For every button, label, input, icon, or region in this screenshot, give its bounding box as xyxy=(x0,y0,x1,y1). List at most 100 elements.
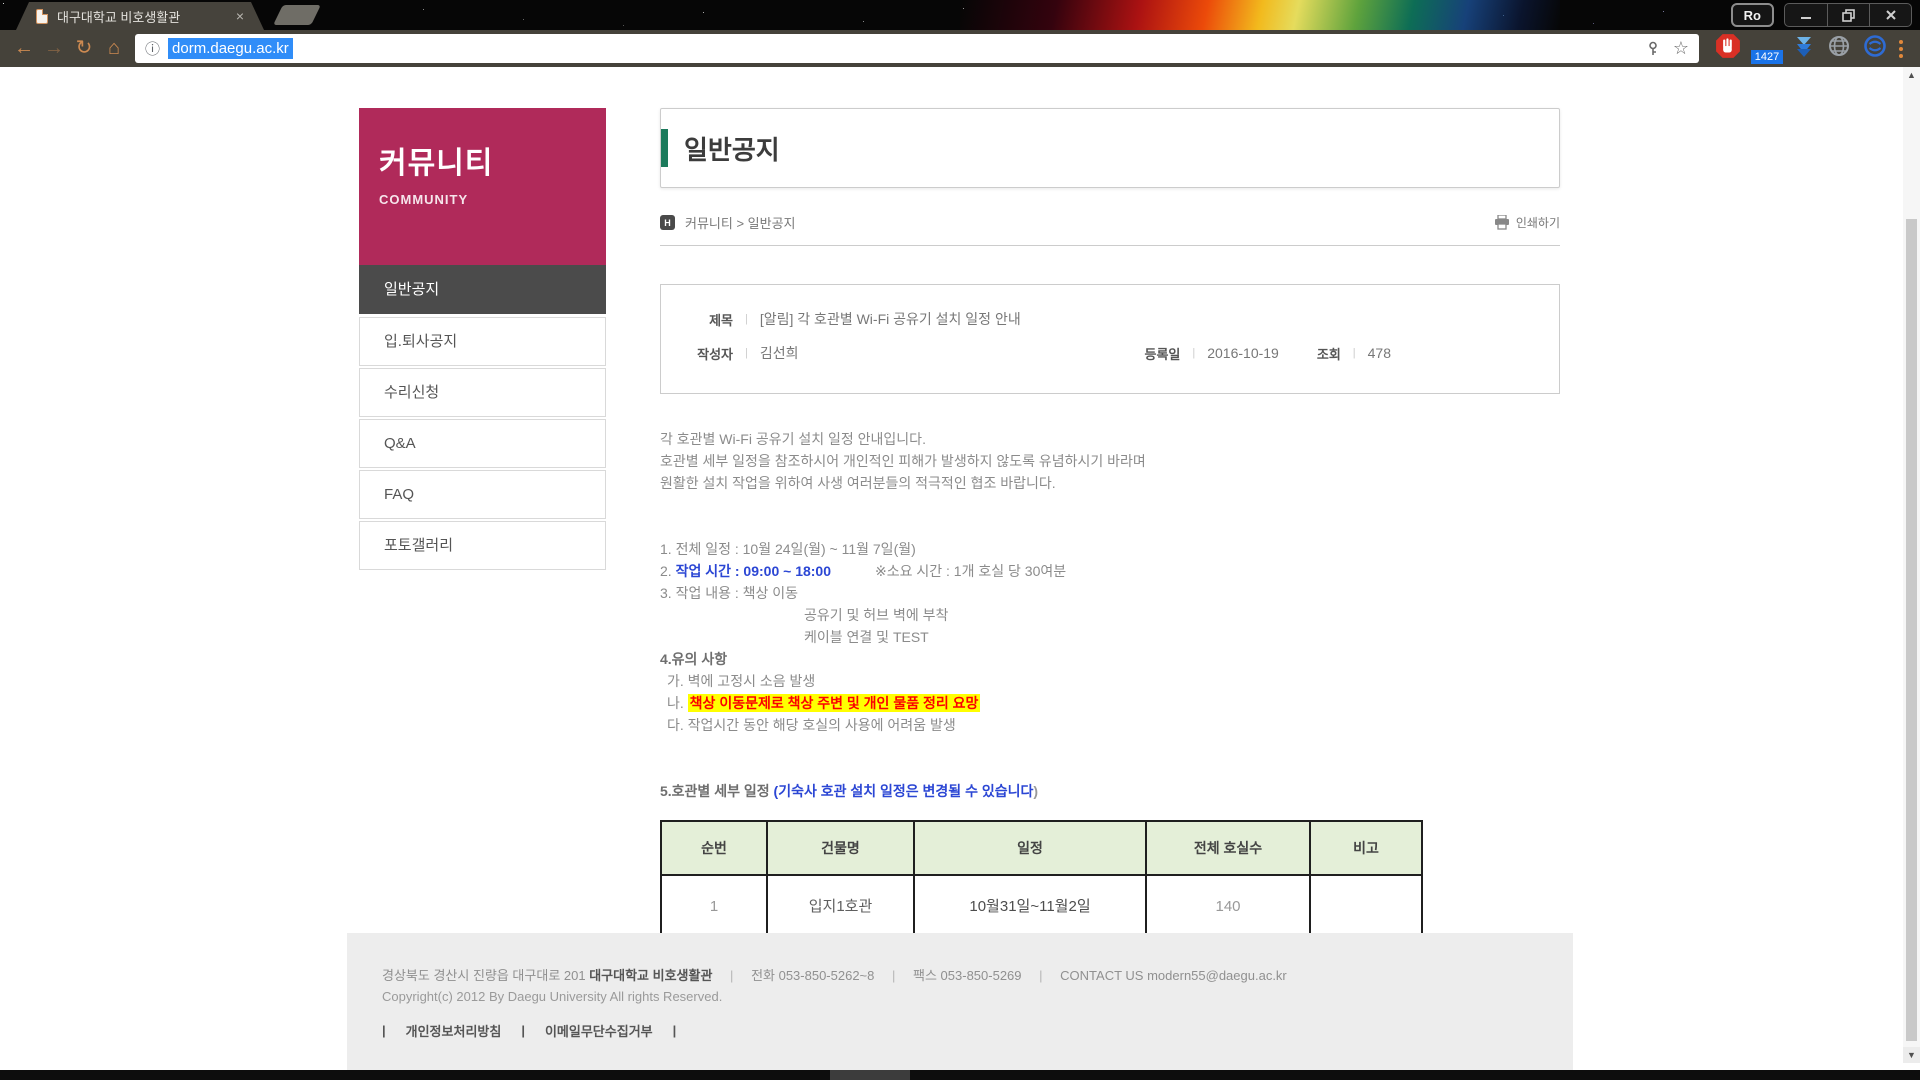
adblock-extension-icon[interactable] xyxy=(1715,33,1741,64)
bookmark-star-icon[interactable]: ☆ xyxy=(1673,38,1689,59)
reload-button[interactable]: ↻ xyxy=(69,30,99,67)
yellow-highlight-warning: 책상 이동문제로 책상 주변 및 개인 물품 정리 요망 xyxy=(688,694,981,712)
new-tab-button[interactable] xyxy=(273,5,321,25)
notice-date: 2016-10-19 xyxy=(1207,345,1279,361)
col-room-count: 전체 호실수 xyxy=(1146,821,1310,875)
footer-tel: 전화 053-850-5262~8 xyxy=(751,968,874,983)
scroll-up-icon[interactable]: ▲ xyxy=(1903,67,1920,83)
footer-links: | 개인정보처리방침 | 이메일무단수집거부 | xyxy=(382,1021,1573,1040)
sidebar-item-general-notice[interactable]: 일반공지 xyxy=(359,265,606,314)
tab-title: 대구대학교 비호생활관 xyxy=(57,7,227,26)
body-intro-1: 각 호관별 Wi-Fi 공유기 설치 일정 안내입니다. xyxy=(660,428,1560,450)
printer-icon xyxy=(1494,215,1510,230)
body-item-4-title: 4.유의 사항 xyxy=(660,648,1560,670)
footer-line-1: 경상북도 경산시 진량읍 대구대로 201 대구대학교 비호생활관 | 전화 0… xyxy=(382,965,1573,984)
table-header-row: 순번 건물명 일정 전체 호실수 비고 xyxy=(661,821,1422,875)
sidebar-item-movein-notice[interactable]: 입.퇴사공지 xyxy=(359,317,606,366)
globe-extension-icon[interactable] xyxy=(1828,35,1850,62)
footer-address: 경상북도 경산시 진량읍 대구대로 201 xyxy=(382,968,586,983)
col-building: 건물명 xyxy=(767,821,914,875)
tab-favicon-page-icon xyxy=(36,9,48,24)
scroll-down-icon[interactable]: ▼ xyxy=(1903,1047,1920,1063)
sidebar-subtitle: COMMUNITY xyxy=(379,192,606,207)
notice-author: 김선희 xyxy=(760,343,799,363)
body-item-2: 2. 작업 시간 : 09:00 ~ 18:00※소요 시간 : 1개 호실 당… xyxy=(660,560,1560,582)
sidebar-item-qna[interactable]: Q&A xyxy=(359,419,606,468)
restore-button[interactable] xyxy=(1827,4,1869,26)
counter-extension-icon[interactable]: 1427 xyxy=(1754,34,1780,64)
extensions-area: 1427 xyxy=(1715,33,1887,64)
schedule-change-note: 기숙사 호관 설치 일정은 변경될 수 있습니다 xyxy=(778,783,1033,799)
footer-fax: 팩스 053-850-5269 xyxy=(913,968,1022,983)
password-key-icon[interactable] xyxy=(1645,41,1661,57)
privacy-policy-link[interactable]: 개인정보처리방침 xyxy=(406,1021,502,1040)
col-schedule: 일정 xyxy=(914,821,1146,875)
page-title-box: 일반공지 xyxy=(660,108,1560,188)
footer-contact-label: CONTACT US xyxy=(1060,968,1143,983)
close-icon xyxy=(1885,9,1897,21)
browser-tab[interactable]: 대구대학교 비호생활관 × xyxy=(16,2,264,30)
breadcrumb-home-icon[interactable]: H xyxy=(660,215,675,230)
url-text[interactable]: dorm.daegu.ac.kr xyxy=(168,38,293,59)
body-item-1: 1. 전체 일정 : 10월 24일(월) ~ 11월 7일(월) xyxy=(660,538,1560,560)
sidebar-item-photo-gallery[interactable]: 포토갤러리 xyxy=(359,521,606,570)
content-area: 일반공지 H 커뮤니티 > 일반공지 인쇄하기 제목 | [알림] 각 호관별 … xyxy=(660,108,1560,933)
scrollbar-thumb[interactable] xyxy=(1906,219,1917,1041)
back-button[interactable]: ← xyxy=(9,30,39,67)
sidebar-header: 커뮤니티 COMMUNITY xyxy=(359,108,606,265)
wallpaper-stars xyxy=(3,3,4,4)
taskbar-strip xyxy=(0,1070,1920,1080)
schedule-table: 순번 건물명 일정 전체 호실수 비고 1 입지1호관 10월31일~11월2일… xyxy=(660,820,1423,933)
page-title: 일반공지 xyxy=(684,130,780,167)
notice-body: 각 호관별 Wi-Fi 공유기 설치 일정 안내입니다. 호관별 세부 일정을 … xyxy=(660,428,1560,933)
subject-label: 제목 xyxy=(689,310,733,329)
minimize-icon xyxy=(1800,9,1812,21)
col-number: 순번 xyxy=(661,821,767,875)
body-item-5-title: 5.호관별 세부 일정 (기숙사 호관 설치 일정은 변경될 수 있습니다) xyxy=(660,780,1560,802)
sidebar-title: 커뮤니티 xyxy=(379,138,606,182)
download-extension-icon[interactable] xyxy=(1793,34,1815,63)
swirl-extension-icon[interactable] xyxy=(1863,34,1887,63)
extension-badge-count: 1427 xyxy=(1751,50,1783,64)
page-viewport: 커뮤니티 COMMUNITY 일반공지 입.퇴사공지 수리신청 Q&A FAQ … xyxy=(0,67,1920,1080)
window-controls xyxy=(1784,3,1912,27)
forward-button[interactable]: → xyxy=(39,30,69,67)
body-item-3: 3. 작업 내용 : 책상 이동 xyxy=(660,582,1560,604)
minimize-button[interactable] xyxy=(1785,4,1827,26)
body-intro-3: 원활한 설치 작업을 위하여 사생 여러분들의 적극적인 협조 바랍니다. xyxy=(660,472,1560,494)
breadcrumb[interactable]: 커뮤니티 > 일반공지 xyxy=(685,213,796,232)
table-row: 1 입지1호관 10월31일~11월2일 140 xyxy=(661,875,1422,933)
profile-button[interactable]: Ro xyxy=(1731,3,1774,27)
close-button[interactable] xyxy=(1869,4,1911,26)
footer-copyright: Copyright(c) 2012 By Daegu University Al… xyxy=(382,989,1573,1004)
notice-meta-box: 제목 | [알림] 각 호관별 Wi-Fi 공유기 설치 일정 안내 작성자 |… xyxy=(660,284,1560,394)
browser-titlebar: 대구대학교 비호생활관 × Ro xyxy=(0,0,1920,30)
sidebar-item-repair-request[interactable]: 수리신청 xyxy=(359,368,606,417)
date-label: 등록일 xyxy=(1144,344,1180,363)
wallpaper-rainbow xyxy=(960,0,1560,30)
notice-subject: [알림] 각 호관별 Wi-Fi 공유기 설치 일정 안내 xyxy=(760,309,1021,329)
sidebar-item-faq[interactable]: FAQ xyxy=(359,470,606,519)
main-clip: 커뮤니티 COMMUNITY 일반공지 입.퇴사공지 수리신청 Q&A FAQ … xyxy=(0,67,1920,933)
tab-close-icon[interactable]: × xyxy=(236,8,244,24)
body-item-3-sub2: 케이블 연결 및 TEST xyxy=(660,626,1560,648)
notice-views: 478 xyxy=(1368,345,1391,361)
author-label: 작성자 xyxy=(689,344,733,363)
browser-menu-icon[interactable] xyxy=(1899,40,1903,58)
col-remarks: 비고 xyxy=(1310,821,1422,875)
work-hours-highlight: 작업 시간 : 09:00 ~ 18:00 xyxy=(676,563,831,579)
page-info-icon[interactable]: ⓘ xyxy=(145,38,160,59)
print-button[interactable]: 인쇄하기 xyxy=(1494,214,1560,231)
breadcrumb-row: H 커뮤니티 > 일반공지 인쇄하기 xyxy=(660,213,1560,246)
title-accent-bar xyxy=(661,129,668,167)
home-button[interactable]: ⌂ xyxy=(99,30,129,67)
email-refusal-link[interactable]: 이메일무단수집거부 xyxy=(545,1021,653,1040)
page-scrollbar[interactable]: ▲ ▼ xyxy=(1903,67,1920,1063)
body-intro-2: 호관별 세부 일정을 참조하시어 개인적인 피해가 발생하지 않도록 유념하시기… xyxy=(660,450,1560,472)
site-footer: 경상북도 경산시 진량읍 대구대로 201 대구대학교 비호생활관 | 전화 0… xyxy=(347,933,1573,1070)
footer-email[interactable]: modern55@daegu.ac.kr xyxy=(1147,968,1287,983)
address-bar[interactable]: ⓘ dorm.daegu.ac.kr ☆ xyxy=(135,34,1699,63)
browser-toolbar: ← → ↻ ⌂ ⓘ dorm.daegu.ac.kr ☆ 1427 xyxy=(0,30,1920,67)
print-label: 인쇄하기 xyxy=(1516,214,1560,231)
body-item-3-sub1: 공유기 및 허브 벽에 부착 xyxy=(660,604,1560,626)
